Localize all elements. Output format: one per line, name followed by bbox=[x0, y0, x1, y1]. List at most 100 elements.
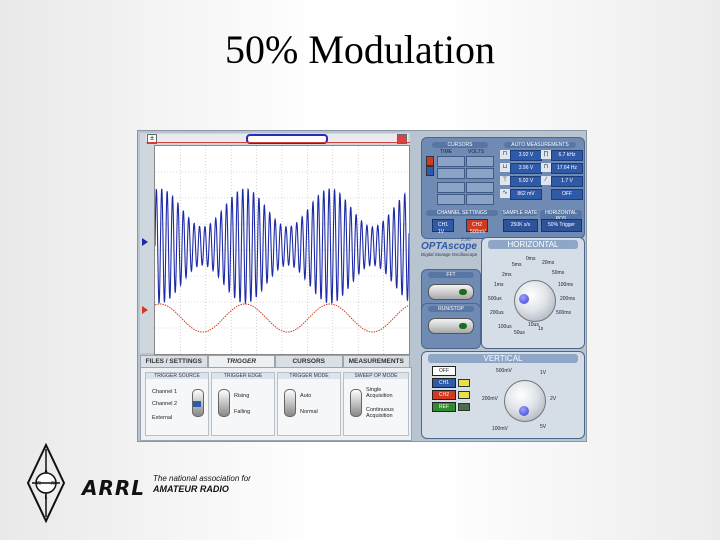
timebase-label: 5ms bbox=[512, 262, 522, 268]
trigger-edge-switch[interactable] bbox=[218, 389, 230, 417]
timebase-label: 100ms bbox=[558, 282, 574, 288]
arrl-tagline-2: AMATEUR RADIO bbox=[153, 484, 229, 494]
auto-measurements-group: AUTO MEASUREMENTS ⊓ 3.92 V ∏ 6.7 kHz ⊔ 3… bbox=[498, 140, 583, 210]
sample-rate-header: SAMPLE RATE bbox=[502, 210, 538, 216]
measurement-value: 3.92 V bbox=[510, 150, 542, 161]
cursor-b-icon[interactable] bbox=[426, 166, 434, 176]
cursors-group: CURSORS TIME VOLTS bbox=[426, 140, 494, 210]
run-stop-panel: RUN/STOP bbox=[421, 303, 481, 349]
brand-logo: OPTAscope 2.90 Digital Storage Oscillosc… bbox=[421, 237, 479, 267]
cursor-cell bbox=[466, 182, 494, 193]
sweep-mode-switch[interactable] bbox=[350, 389, 362, 417]
trigger-edge-option[interactable]: Falling bbox=[234, 409, 250, 415]
ref-indicator-icon bbox=[458, 403, 470, 411]
tab-measurements[interactable]: MEASUREMENTS bbox=[342, 355, 410, 367]
brand-version: 2.90 bbox=[461, 237, 471, 243]
volts-label: 2V bbox=[550, 396, 557, 402]
channel-settings-group: CHANNEL SETTINGS CH1 CH2 1V 500mV bbox=[426, 210, 498, 236]
ch1-marker-icon[interactable] bbox=[142, 238, 148, 246]
sweep-mode-option[interactable]: Single Acquisition bbox=[366, 387, 404, 399]
auto-measurements-header: AUTO MEASUREMENTS bbox=[504, 142, 576, 148]
tab-trigger[interactable]: TRIGGER bbox=[207, 355, 275, 367]
sample-rate-value: 250K s/s bbox=[503, 219, 538, 232]
measurement-value: 3.96 V bbox=[510, 163, 542, 174]
trigger-source-option[interactable]: External bbox=[152, 415, 172, 421]
cursor-a-icon[interactable] bbox=[426, 156, 434, 166]
vertical-ch1-button[interactable]: CH1 bbox=[432, 378, 456, 388]
run-stop-header: RUN/STOP bbox=[428, 306, 474, 312]
tab-bar: FILES / SETTINGS TRIGGER CURSORS MEASURE… bbox=[140, 355, 410, 367]
measurement-toggle[interactable]: OFF bbox=[551, 189, 583, 200]
trigger-source-group: TRIGGER SOURCE Channel 1 Channel 2 Exter… bbox=[145, 372, 209, 436]
ch1-trace bbox=[155, 187, 409, 305]
channel-settings-header: CHANNEL SETTINGS bbox=[426, 210, 498, 216]
sweep-mode-option[interactable]: Continuous Acquisition bbox=[366, 407, 406, 419]
cursor-cell bbox=[466, 156, 494, 167]
cursor-cell bbox=[466, 168, 494, 179]
horizontal-pos-value[interactable]: 50% Trigger bbox=[541, 219, 582, 232]
trigger-mode-header: TRIGGER MODE bbox=[278, 373, 340, 379]
measurement-value: 17.64 Hz bbox=[551, 163, 583, 174]
tab-cursors[interactable]: CURSORS bbox=[275, 355, 343, 367]
timebase-label: 1ms bbox=[494, 282, 504, 288]
timebase-label: 200ms bbox=[560, 296, 576, 302]
fft-header: FFT bbox=[428, 272, 474, 278]
arrl-logo: A L R R ARRL The national association fo… bbox=[22, 443, 262, 523]
trigger-source-selector-icon bbox=[193, 401, 201, 407]
vertical-header: VERTICAL bbox=[428, 354, 578, 363]
volts-label: 100mV bbox=[492, 426, 508, 432]
timebase-label: 500us bbox=[488, 296, 502, 302]
timebase-knob-indicator bbox=[519, 294, 529, 304]
scope-screen bbox=[154, 145, 410, 355]
volts-label: 500mV bbox=[496, 368, 512, 374]
period-icon: ∏ bbox=[541, 150, 551, 159]
cursor-volts-label: VOLTS bbox=[468, 149, 485, 155]
measurement-value: 5.92 V bbox=[510, 176, 542, 187]
measurement-value: 1.7 V bbox=[551, 176, 583, 187]
vertical-off-button[interactable]: OFF bbox=[432, 366, 456, 376]
timebase-label: 200us bbox=[490, 310, 504, 316]
peak-icon: ⊤ bbox=[500, 176, 510, 185]
trigger-level-line bbox=[148, 142, 410, 143]
vertical-ref-button[interactable]: REF bbox=[432, 402, 456, 412]
svg-text:R: R bbox=[51, 481, 55, 487]
timebase-label: 500ms bbox=[556, 310, 572, 316]
trigger-edge-option[interactable]: Rising bbox=[234, 393, 249, 399]
horizontal-panel: HORIZONTAL 0ms 5ms 20ms 2ms 50ms 1ms 100… bbox=[481, 237, 585, 349]
fft-button[interactable] bbox=[428, 284, 474, 300]
cursor-cell bbox=[437, 168, 465, 179]
vertical-ch2-button[interactable]: CH2 bbox=[432, 390, 456, 400]
arrl-wordmark: ARRL bbox=[82, 476, 146, 500]
trigger-mode-switch[interactable] bbox=[284, 389, 296, 417]
horizontal-pos-group: HORIZONTAL POS 50% Trigger bbox=[540, 210, 582, 236]
run-stop-button[interactable] bbox=[428, 318, 474, 334]
sine-icon: ∿ bbox=[500, 189, 510, 198]
oscilloscope-app: ± CURSORS TIME VOLTS AUTO MEASUREMENTS ⊓… bbox=[137, 130, 587, 442]
pulse-high-icon: ⊓ bbox=[541, 163, 551, 172]
ch2-marker-icon[interactable] bbox=[142, 306, 148, 314]
timebase-label: 50us bbox=[514, 330, 525, 336]
cursor-time-label: TIME bbox=[440, 149, 452, 155]
ch1-indicator-icon bbox=[458, 379, 470, 387]
tab-files-settings[interactable]: FILES / SETTINGS bbox=[140, 355, 208, 367]
timebase-label: 0ms bbox=[526, 256, 536, 262]
ch1-scale: 1V bbox=[438, 229, 445, 235]
volts-div-knob-indicator bbox=[519, 406, 529, 416]
volts-label: 1V bbox=[540, 370, 547, 376]
trigger-source-option[interactable]: Channel 1 bbox=[152, 389, 177, 395]
trigger-source-option[interactable]: Channel 2 bbox=[152, 401, 177, 407]
timebase-label: 10us bbox=[528, 322, 539, 328]
sweep-mode-header: SWEEP OP MODE bbox=[344, 373, 408, 379]
ch2-scale: 500mV bbox=[470, 229, 486, 235]
cursor-measure-panel: CURSORS TIME VOLTS AUTO MEASUREMENTS ⊓ 3… bbox=[421, 137, 585, 239]
cursor-cell bbox=[437, 182, 465, 193]
svg-text:L: L bbox=[45, 495, 48, 501]
slide-title: 50% Modulation bbox=[225, 27, 495, 72]
trigger-mode-option[interactable]: Normal bbox=[300, 409, 318, 415]
cursor-cell bbox=[437, 156, 465, 167]
trigger-panel: TRIGGER SOURCE Channel 1 Channel 2 Exter… bbox=[140, 367, 412, 441]
ch2-indicator-icon bbox=[458, 391, 470, 399]
cursors-header: CURSORS bbox=[432, 142, 488, 148]
pulse-low-icon: ⊔ bbox=[500, 163, 510, 172]
trigger-mode-option[interactable]: Auto bbox=[300, 393, 311, 399]
